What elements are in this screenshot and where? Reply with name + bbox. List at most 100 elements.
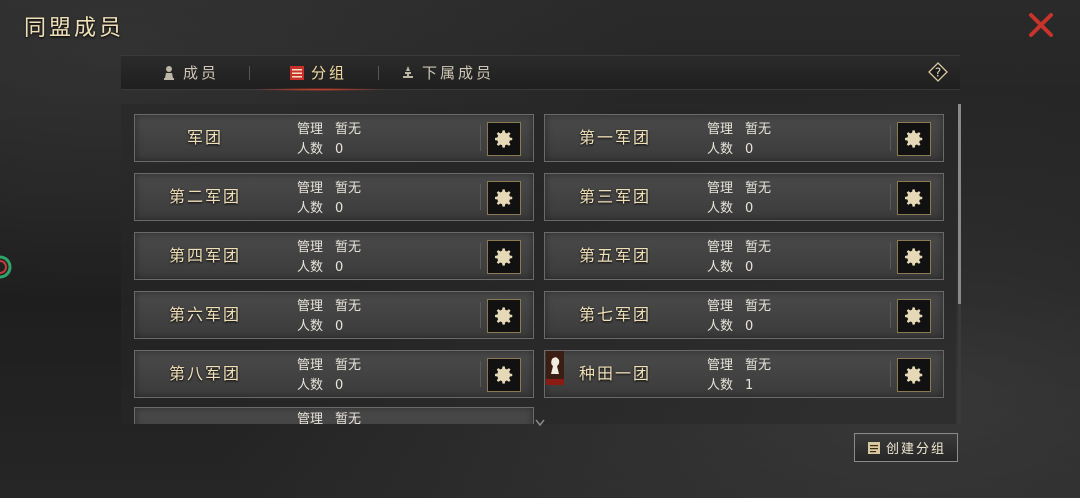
manager-label: 管理 bbox=[297, 358, 324, 373]
group-name: 第二军团 bbox=[168, 187, 241, 206]
group-settings-button[interactable] bbox=[897, 299, 931, 333]
card-divider bbox=[480, 125, 481, 151]
manager-value: 暂无 bbox=[335, 122, 362, 137]
group-card[interactable]: 第三军团 管理 暂无 人数 0 bbox=[544, 173, 944, 221]
manager-value: 暂无 bbox=[745, 122, 772, 137]
count-value: 0 bbox=[335, 260, 344, 275]
gear-icon bbox=[495, 130, 513, 148]
group-settings-button[interactable] bbox=[897, 240, 931, 274]
count-label: 人数 bbox=[707, 201, 734, 216]
count-value: 0 bbox=[745, 319, 754, 334]
group-name: 第八军团 bbox=[168, 364, 241, 383]
manager-label: 管理 bbox=[707, 181, 734, 196]
group-info: 管理 暂无 人数 1 bbox=[707, 356, 771, 396]
group-list[interactable]: 军团 管理 暂无 人数 0 第一军团 管理 暂无 人数 0 第二军团 管理 暂无 人数 0 bbox=[121, 104, 956, 424]
manager-label: 管理 bbox=[707, 122, 734, 137]
manager-value: 暂无 bbox=[335, 299, 362, 314]
group-settings-button[interactable] bbox=[487, 122, 521, 156]
group-settings-button[interactable] bbox=[487, 358, 521, 392]
count-label: 人数 bbox=[297, 319, 324, 334]
create-group-label: 创建分组 bbox=[885, 442, 946, 457]
count-label: 人数 bbox=[297, 201, 324, 216]
card-divider bbox=[480, 302, 481, 328]
group-card[interactable]: 第一军团 管理 暂无 人数 0 bbox=[544, 114, 944, 162]
group-info: 管理 暂无 人数 0 bbox=[707, 120, 771, 160]
create-group-button[interactable]: 创建分组 bbox=[854, 433, 958, 462]
tower-icon bbox=[403, 65, 413, 78]
count-label: 人数 bbox=[297, 260, 324, 275]
manager-label: 管理 bbox=[297, 412, 324, 424]
group-card[interactable]: 第七军团 管理 暂无 人数 0 bbox=[544, 291, 944, 339]
tab-bar: 成员 分组 下属成员 ? bbox=[121, 55, 960, 91]
count-value: 1 bbox=[745, 378, 754, 393]
group-settings-button[interactable] bbox=[897, 122, 931, 156]
group-name: 第五军团 bbox=[578, 246, 651, 265]
group-name: 第一军团 bbox=[578, 128, 651, 147]
tab-divider bbox=[249, 66, 250, 80]
gear-icon bbox=[905, 189, 923, 207]
avatar bbox=[546, 351, 564, 385]
group-card[interactable]: 第六军团 管理 暂无 人数 0 bbox=[134, 291, 534, 339]
count-value: 0 bbox=[335, 201, 344, 216]
group-info: 管理 暂无 人数 0 bbox=[707, 238, 771, 278]
help-icon[interactable]: ? bbox=[928, 62, 948, 82]
group-settings-button[interactable] bbox=[487, 299, 521, 333]
group-card[interactable]: 军团 管理 暂无 人数 0 bbox=[134, 114, 534, 162]
tab-groups-label: 分组 bbox=[311, 64, 348, 82]
group-info: 管理 暂无 人数 0 bbox=[707, 179, 771, 219]
manager-value: 暂无 bbox=[745, 299, 772, 314]
group-card[interactable]: 种田一团 管理 暂无 人数 1 bbox=[544, 350, 944, 398]
card-divider bbox=[480, 361, 481, 387]
gear-icon bbox=[495, 248, 513, 266]
group-card[interactable]: 第八军团 管理 暂无 人数 0 bbox=[134, 350, 534, 398]
group-name: 第七军团 bbox=[578, 305, 651, 324]
chess-pawn-icon bbox=[164, 65, 174, 80]
manager-label: 管理 bbox=[297, 240, 324, 255]
gear-icon bbox=[905, 248, 923, 266]
count-label: 人数 bbox=[297, 142, 324, 157]
manager-value: 暂无 bbox=[335, 358, 362, 373]
tab-divider bbox=[378, 66, 379, 80]
group-name: 第六军团 bbox=[168, 305, 241, 324]
count-value: 0 bbox=[335, 142, 344, 157]
count-value: 0 bbox=[335, 319, 344, 334]
group-card[interactable]: 第四军团 管理 暂无 人数 0 bbox=[134, 232, 534, 280]
tab-subordinates[interactable]: 下属成员 bbox=[400, 56, 494, 89]
manager-label: 管理 bbox=[707, 299, 734, 314]
group-settings-button[interactable] bbox=[897, 181, 931, 215]
card-divider bbox=[890, 302, 891, 328]
manager-label: 管理 bbox=[707, 358, 734, 373]
card-divider bbox=[890, 125, 891, 151]
manager-value: 暂无 bbox=[335, 181, 362, 196]
manager-label: 管理 bbox=[297, 181, 324, 196]
group-card[interactable]: 第五军团 管理 暂无 人数 0 bbox=[544, 232, 944, 280]
group-card[interactable]: 第二军团 管理 暂无 人数 0 bbox=[134, 173, 534, 221]
count-label: 人数 bbox=[707, 378, 734, 393]
card-divider bbox=[890, 361, 891, 387]
group-card[interactable]: 管理 暂无 bbox=[134, 407, 534, 424]
count-label: 人数 bbox=[707, 260, 734, 275]
manager-label: 管理 bbox=[297, 122, 324, 137]
gear-icon bbox=[905, 307, 923, 325]
close-icon[interactable] bbox=[1028, 12, 1054, 38]
svg-text:?: ? bbox=[935, 66, 941, 80]
group-settings-button[interactable] bbox=[487, 181, 521, 215]
manager-value: 暂无 bbox=[745, 240, 772, 255]
gear-icon bbox=[905, 130, 923, 148]
group-settings-button[interactable] bbox=[487, 240, 521, 274]
group-name: 第四军团 bbox=[168, 246, 241, 265]
tab-groups[interactable]: 分组 bbox=[248, 56, 388, 91]
scrollbar-thumb[interactable] bbox=[958, 104, 961, 304]
group-info: 管理 暂无 人数 0 bbox=[297, 120, 361, 160]
tab-members[interactable]: 成员 bbox=[161, 56, 219, 89]
gear-icon bbox=[495, 366, 513, 384]
group-info: 管理 暂无 人数 0 bbox=[297, 179, 361, 219]
group-info: 管理 暂无 人数 0 bbox=[297, 297, 361, 337]
tab-members-label: 成员 bbox=[183, 64, 220, 82]
scrollbar[interactable] bbox=[958, 104, 961, 424]
count-label: 人数 bbox=[707, 319, 734, 334]
count-label: 人数 bbox=[297, 378, 324, 393]
manager-value: 暂无 bbox=[745, 358, 772, 373]
page-title: 同盟成员 bbox=[24, 16, 125, 41]
group-settings-button[interactable] bbox=[897, 358, 931, 392]
